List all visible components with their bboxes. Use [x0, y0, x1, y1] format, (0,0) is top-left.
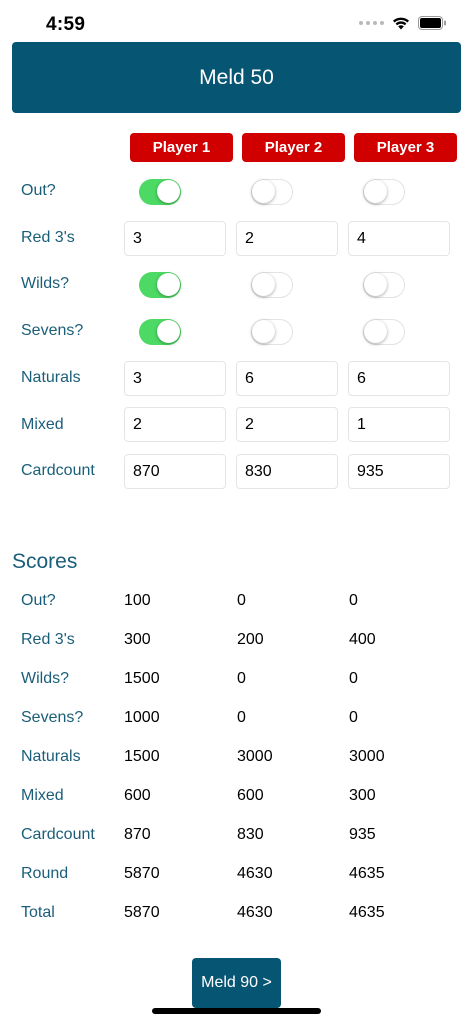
header-bar: Meld 50	[12, 42, 461, 113]
player-1-button[interactable]: Player 1	[130, 133, 233, 162]
score-value: 5870	[124, 904, 160, 921]
score-value: 300	[124, 631, 151, 648]
score-row-label: Total	[21, 904, 55, 921]
mixed-field-player-3[interactable]: 1	[348, 407, 450, 442]
score-value: 1500	[124, 748, 160, 765]
score-value: 0	[349, 670, 358, 687]
status-bar: 4:59	[0, 0, 473, 44]
score-value: 3000	[237, 748, 273, 765]
sevens-label: Sevens?	[21, 322, 84, 339]
score-row-label: Cardcount	[21, 826, 95, 843]
red3s-field-player-3[interactable]: 4	[348, 221, 450, 256]
score-value: 3000	[349, 748, 385, 765]
player-3-button[interactable]: Player 3	[354, 133, 457, 162]
home-indicator[interactable]	[152, 1008, 321, 1014]
wilds-toggle-player-2[interactable]	[251, 272, 293, 298]
score-row-label: Naturals	[21, 748, 81, 765]
naturals-field-player-2[interactable]: 6	[236, 361, 338, 396]
sevens-toggle-player-1[interactable]	[139, 319, 181, 345]
cardcount-label: Cardcount	[21, 462, 95, 479]
status-time: 4:59	[46, 14, 86, 35]
score-value: 600	[237, 787, 264, 804]
score-value: 0	[349, 592, 358, 609]
score-value: 870	[124, 826, 151, 843]
scores-heading: Scores	[12, 550, 78, 573]
score-value: 100	[124, 592, 151, 609]
out-toggle-player-2[interactable]	[251, 179, 293, 205]
score-value: 4630	[237, 865, 273, 882]
score-row-label: Mixed	[21, 787, 64, 804]
red3s-field-player-2[interactable]: 2	[236, 221, 338, 256]
naturals-field-player-3[interactable]: 6	[348, 361, 450, 396]
score-value: 0	[237, 592, 246, 609]
wifi-icon	[393, 17, 409, 30]
score-value: 830	[237, 826, 264, 843]
score-value: 5870	[124, 865, 160, 882]
mixed-field-player-2[interactable]: 2	[236, 407, 338, 442]
out-toggle-player-1[interactable]	[139, 179, 181, 205]
cardcount-field-player-3[interactable]: 935	[348, 454, 450, 489]
red3s-field-player-1[interactable]: 3	[124, 221, 226, 256]
wilds-label: Wilds?	[21, 275, 70, 292]
score-value: 300	[349, 787, 376, 804]
score-row-label: Out?	[21, 592, 56, 609]
score-value: 4630	[237, 904, 273, 921]
score-value: 4635	[349, 865, 385, 882]
red3s-label: Red 3's	[21, 229, 75, 246]
sevens-toggle-player-3[interactable]	[363, 319, 405, 345]
score-row-label: Sevens?	[21, 709, 84, 726]
status-indicators	[359, 16, 447, 30]
score-value: 200	[237, 631, 264, 648]
score-value: 1500	[124, 670, 160, 687]
mixed-field-player-1[interactable]: 2	[124, 407, 226, 442]
wilds-toggle-player-3[interactable]	[363, 272, 405, 298]
naturals-label: Naturals	[21, 369, 81, 386]
page-title: Meld 50	[199, 65, 274, 89]
score-value: 4635	[349, 904, 385, 921]
score-row-label: Round	[21, 865, 69, 882]
out-toggle-player-3[interactable]	[363, 179, 405, 205]
next-meld-button[interactable]: Meld 90 >	[192, 958, 281, 1008]
score-value: 0	[349, 709, 358, 726]
score-value: 935	[349, 826, 376, 843]
out-label: Out?	[21, 182, 56, 199]
wilds-toggle-player-1[interactable]	[139, 272, 181, 298]
score-row-label: Red 3's	[21, 631, 75, 648]
cardcount-field-player-2[interactable]: 830	[236, 454, 338, 489]
score-value: 0	[237, 670, 246, 687]
sevens-toggle-player-2[interactable]	[251, 319, 293, 345]
mixed-label: Mixed	[21, 416, 64, 433]
player-2-button[interactable]: Player 2	[242, 133, 345, 162]
naturals-field-player-1[interactable]: 3	[124, 361, 226, 396]
score-row-label: Wilds?	[21, 670, 70, 687]
score-value: 400	[349, 631, 376, 648]
cellular-signal-icon	[359, 21, 384, 25]
cardcount-field-player-1[interactable]: 870	[124, 454, 226, 489]
score-value: 600	[124, 787, 151, 804]
battery-icon	[418, 16, 446, 30]
score-value: 0	[237, 709, 246, 726]
score-value: 1000	[124, 709, 160, 726]
